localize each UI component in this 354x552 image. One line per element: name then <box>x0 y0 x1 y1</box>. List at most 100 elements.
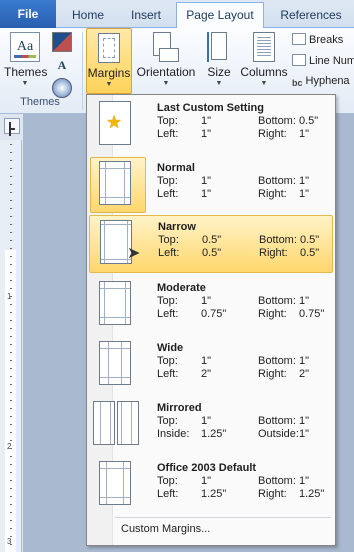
ruler-tick <box>10 336 12 337</box>
ruler-tick <box>10 240 12 241</box>
tab-selector-button[interactable] <box>4 118 20 134</box>
top-value: 1" <box>201 295 212 307</box>
theme-fonts-button[interactable]: A <box>52 55 72 75</box>
line-numbers-button[interactable]: Line Num <box>292 54 354 67</box>
menu-item-last-custom-setting[interactable]: ★ Last Custom Setting Top: 1" Bottom: 0.5" … <box>89 97 333 155</box>
ruler-tick <box>10 456 12 457</box>
ruler-tick <box>10 536 12 537</box>
ruler-tick <box>10 264 12 265</box>
hyphenation-label: Hyphena <box>305 75 350 87</box>
themes-button[interactable]: Aa Themes ▼ <box>4 32 47 88</box>
columns-button[interactable]: Columns ▼ <box>240 32 288 88</box>
inside-label: Inside: <box>157 428 190 440</box>
tab-references[interactable]: References <box>268 3 354 28</box>
left-value: 2" <box>201 368 212 380</box>
bottom-value: 1" <box>299 415 310 427</box>
top-label: Top: <box>157 415 178 427</box>
ruler-tick <box>10 144 12 145</box>
line-numbers-icon <box>292 54 306 66</box>
chevron-down-icon: ▼ <box>162 80 170 87</box>
ruler-tick <box>10 544 12 545</box>
tab-page-layout[interactable]: Page Layout <box>176 2 264 28</box>
chevron-down-icon: ▼ <box>21 80 29 87</box>
ruler-tick <box>10 384 12 385</box>
chevron-down-icon: ▼ <box>260 80 268 87</box>
top-value: 1" <box>201 415 212 427</box>
hyphenation-button[interactable]: bc Hyphena <box>292 75 350 90</box>
left-value: 0.75" <box>201 308 227 320</box>
menu-item-title: Mirrored <box>157 402 202 414</box>
tab-home[interactable]: Home <box>61 3 115 28</box>
menu-item-mirrored[interactable]: Mirrored Top: 1" Bottom: 1" Inside: 1.25" Out… <box>89 397 333 455</box>
bottom-value: 1" <box>299 175 310 187</box>
top-label: Top: <box>158 234 179 246</box>
top-value: 1" <box>201 475 212 487</box>
menu-item-office-2003-default[interactable]: Office 2003 Default Top: 1" Bottom: 1" Left… <box>89 457 333 515</box>
chevron-down-icon: ▼ <box>215 80 223 87</box>
size-label: Size <box>207 65 231 79</box>
menu-item-moderate[interactable]: Moderate Top: 1" Bottom: 1" Left: 0.75" Right… <box>89 277 333 335</box>
vertical-ruler[interactable]: 1 2 3 <box>0 140 22 552</box>
bottom-label: Bottom: <box>258 295 296 307</box>
group-divider <box>82 32 83 110</box>
columns-label: Columns <box>240 65 288 79</box>
top-label: Top: <box>157 175 178 187</box>
size-button[interactable]: Size ▼ <box>202 32 236 88</box>
hyphenation-icon: bc <box>292 78 303 88</box>
right-label: Right: <box>258 128 287 140</box>
ruler-tick <box>10 504 12 505</box>
menu-item-wide[interactable]: Wide Top: 1" Bottom: 1" Left: 2" Right: 2" <box>89 337 333 395</box>
theme-effects-button[interactable] <box>52 78 72 98</box>
ruler-tick <box>10 496 12 497</box>
left-value: 0.5" <box>202 247 222 259</box>
ruler-tick <box>10 296 12 297</box>
ruler-tick <box>10 304 12 305</box>
breaks-icon <box>292 33 306 45</box>
bottom-label: Bottom: <box>258 115 296 127</box>
breaks-button[interactable]: Breaks <box>292 33 343 46</box>
top-label: Top: <box>157 115 178 127</box>
themes-icon: Aa <box>10 32 40 62</box>
right-value: 0.75" <box>299 308 325 320</box>
ruler-tick <box>10 168 12 169</box>
margin-preview-icon: ★ <box>99 101 131 145</box>
bottom-label: Bottom: <box>258 175 296 187</box>
ruler-tick <box>10 416 12 417</box>
outside-value: 1" <box>299 428 310 440</box>
theme-colors-button[interactable] <box>52 32 72 52</box>
ruler-tick <box>10 152 12 153</box>
menu-item-normal[interactable]: Normal Top: 1" Bottom: 1" Left: 1" Right: 1" <box>89 157 333 215</box>
menu-item-narrow[interactable]: ➤ Narrow Top: 0.5" Bottom: 0.5" Left: 0.5" Ri… <box>89 215 333 273</box>
ruler-tick <box>10 232 12 233</box>
ruler-tick <box>10 392 12 393</box>
ruler-tick <box>10 248 12 249</box>
right-label: Right: <box>258 488 287 500</box>
ruler-tick <box>10 520 12 521</box>
ruler-tick <box>10 376 12 377</box>
right-label: Right: <box>259 247 288 259</box>
margins-button[interactable]: Margins ▼ <box>86 28 132 94</box>
ruler-tick <box>10 176 12 177</box>
bottom-label: Bottom: <box>259 234 297 246</box>
menu-item-title: Last Custom Setting <box>157 102 264 114</box>
left-value: 1.25" <box>201 488 227 500</box>
ruler-tick <box>10 320 12 321</box>
menu-item-title: Moderate <box>157 282 206 294</box>
star-icon: ★ <box>106 112 123 132</box>
size-icon <box>207 32 231 62</box>
ruler-tick <box>10 344 12 345</box>
bottom-value: 0.5" <box>300 234 320 246</box>
ruler-tick <box>10 184 12 185</box>
tab-file[interactable]: File <box>0 0 56 28</box>
custom-margins-menu-item[interactable]: Custom Margins... <box>121 523 210 535</box>
margins-label: Margins <box>87 66 131 80</box>
top-label: Top: <box>157 355 178 367</box>
top-value: 0.5" <box>202 234 222 246</box>
menu-item-title: Narrow <box>158 221 196 233</box>
orientation-button[interactable]: Orientation ▼ <box>134 32 198 88</box>
outside-label: Outside: <box>258 428 299 440</box>
tab-insert[interactable]: Insert <box>120 3 172 28</box>
columns-icon <box>253 32 275 62</box>
right-value: 2" <box>299 368 310 380</box>
left-label: Left: <box>157 188 179 200</box>
